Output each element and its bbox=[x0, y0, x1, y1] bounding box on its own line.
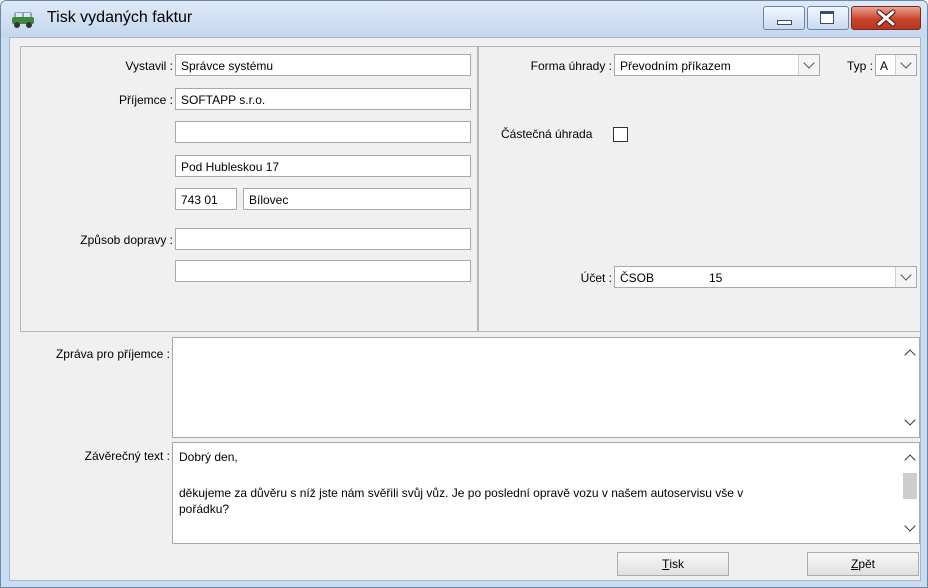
payment-group: Forma úhrady : Převodním příkazem Typ : … bbox=[478, 46, 921, 332]
recipient-street-field[interactable]: Pod Hubleskou 17 bbox=[175, 155, 471, 177]
ucet-select[interactable]: ČSOB 15 bbox=[614, 266, 917, 288]
client-area: Vystavil : Správce systému Příjemce : SO… bbox=[9, 37, 921, 581]
chevron-down-icon bbox=[895, 267, 916, 287]
forma-uhrady-select[interactable]: Převodním příkazem bbox=[614, 54, 820, 76]
zaverecny-line: děkujeme za důvěru s níž jste nám svěřil… bbox=[179, 486, 744, 500]
zprava-label: Zpráva pro příjemce : bbox=[55, 347, 170, 361]
window-title: Tisk vydaných faktur bbox=[47, 9, 193, 26]
ucet-bank: ČSOB bbox=[620, 271, 655, 285]
ucet-label: Účet : bbox=[580, 271, 612, 285]
recipient-city-field[interactable]: Bílovec bbox=[243, 188, 471, 210]
zaverecny-textarea[interactable]: Dobrý den, děkujeme za důvěru s níž jste… bbox=[172, 442, 920, 544]
print-button-label: isk bbox=[669, 557, 684, 571]
scroll-down-icon[interactable] bbox=[901, 519, 919, 537]
scrollbar-thumb[interactable] bbox=[903, 473, 917, 499]
recipient-group: Vystavil : Správce systému Příjemce : SO… bbox=[20, 46, 478, 332]
forma-uhrady-value: Převodním příkazem bbox=[620, 59, 731, 73]
back-button[interactable]: Zpět bbox=[807, 552, 919, 576]
recipient-name-field[interactable]: SOFTAPP s.r.o. bbox=[175, 88, 471, 110]
vystavil-label: Vystavil : bbox=[125, 59, 173, 73]
recipient-line2-field[interactable] bbox=[175, 121, 471, 143]
vystavil-field[interactable]: Správce systému bbox=[175, 54, 471, 76]
print-button[interactable]: Tisk bbox=[617, 552, 729, 576]
title-bar[interactable]: Tisk vydaných faktur bbox=[1, 1, 927, 37]
ucet-number: 15 bbox=[709, 271, 723, 285]
maximize-button[interactable] bbox=[807, 6, 849, 30]
castecna-uhrada-label: Částečná úhrada bbox=[501, 127, 593, 141]
chevron-down-icon bbox=[895, 55, 916, 75]
doprava-line2-field[interactable] bbox=[175, 260, 471, 282]
zaverecny-scrollbar[interactable] bbox=[901, 443, 919, 543]
scroll-up-icon[interactable] bbox=[901, 449, 919, 467]
zprava-textarea[interactable] bbox=[172, 337, 920, 438]
zaverecny-line: Dobrý den, bbox=[179, 450, 238, 464]
typ-label: Typ : bbox=[846, 59, 873, 73]
scroll-down-icon[interactable] bbox=[901, 413, 919, 431]
scroll-up-icon[interactable] bbox=[901, 344, 919, 362]
print-invoices-window: Tisk vydaných faktur Vystavil : Správce … bbox=[0, 0, 928, 588]
minimize-button[interactable] bbox=[763, 6, 805, 30]
minimize-icon bbox=[777, 20, 792, 25]
typ-select[interactable]: A bbox=[875, 54, 917, 76]
back-button-mnemonic: Z bbox=[850, 557, 859, 571]
typ-value: A bbox=[880, 59, 889, 73]
forma-uhrady-label: Forma úhrady : bbox=[530, 59, 612, 73]
castecna-uhrada-checkbox[interactable] bbox=[613, 127, 628, 142]
close-button[interactable] bbox=[851, 6, 921, 30]
back-button-label: pět bbox=[858, 557, 876, 571]
recipient-zip-field[interactable]: 743 01 bbox=[175, 188, 237, 210]
prijemce-label: Příjemce : bbox=[118, 93, 173, 107]
chevron-down-icon bbox=[798, 55, 819, 75]
doprava-label: Způsob dopravy : bbox=[80, 233, 173, 247]
maximize-icon bbox=[820, 11, 834, 24]
close-icon bbox=[876, 9, 896, 27]
zaverecny-label: Závěrečný text : bbox=[84, 449, 170, 463]
zprava-scrollbar[interactable] bbox=[901, 338, 919, 437]
zaverecny-line: pořádku? bbox=[179, 502, 230, 516]
car-app-icon bbox=[11, 9, 35, 29]
doprava-field[interactable] bbox=[175, 228, 471, 250]
print-button-mnemonic: T bbox=[661, 557, 670, 571]
